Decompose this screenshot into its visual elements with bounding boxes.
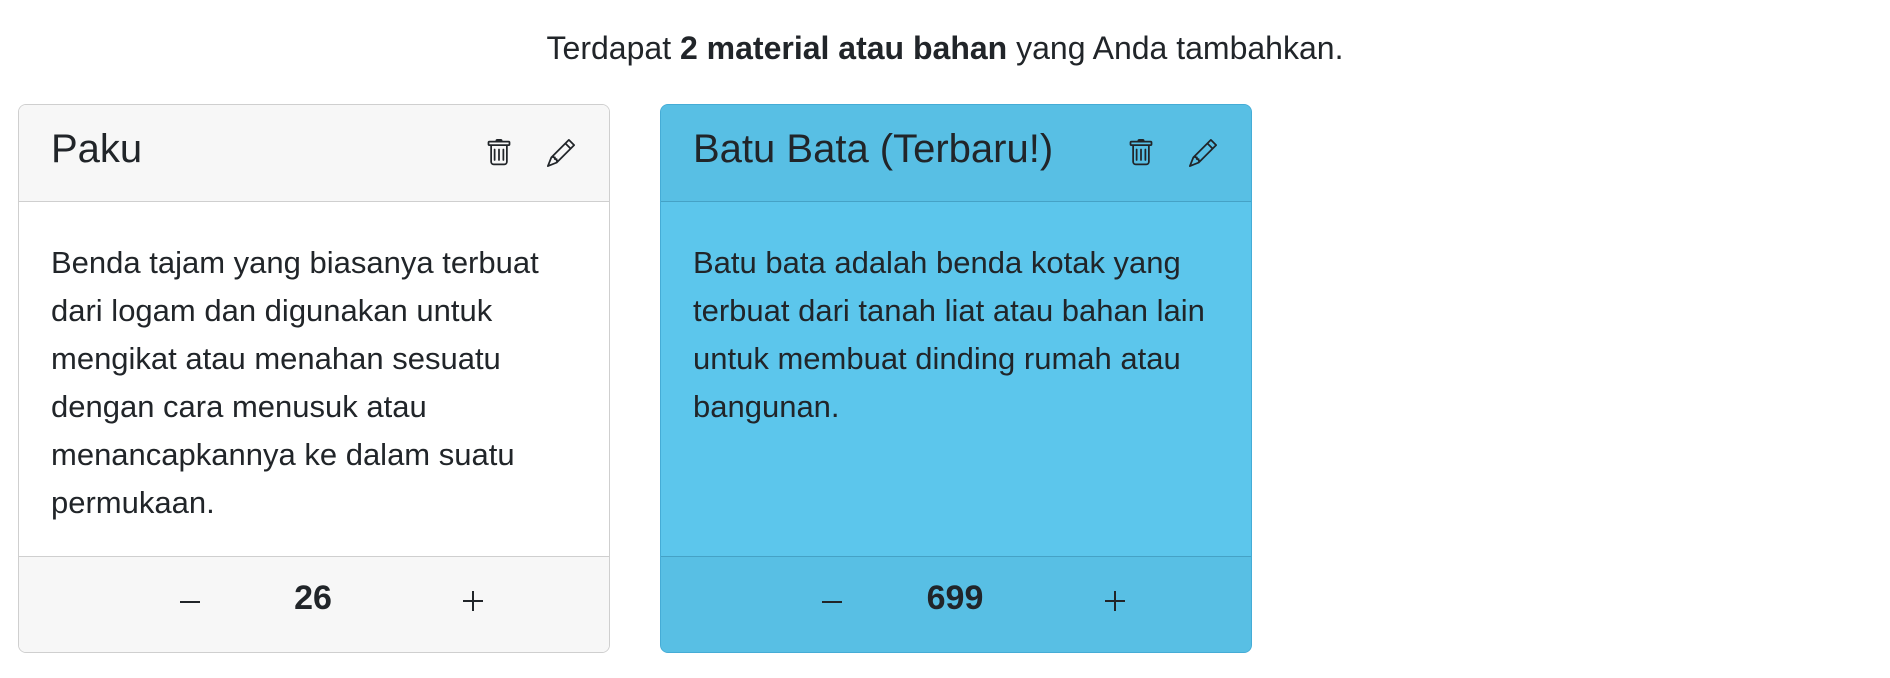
pencil-icon [1189,138,1217,167]
card-title: Batu Bata (Terbaru!) [693,127,1054,171]
material-card-batu-bata: Batu Bata (Terbaru!) Batu bata adalah be… [660,104,1252,653]
minus-icon [180,601,200,603]
plus-icon [1105,591,1125,611]
decrement-button[interactable] [810,579,854,623]
trash-icon [487,139,511,166]
materials-summary: Terdapat 2 material atau bahan yang Anda… [0,28,1890,68]
card-header: Paku [19,105,609,202]
card-description: Benda tajam yang biasanya terbuat dari l… [51,245,539,520]
summary-suffix: yang Anda tambahkan. [1016,30,1344,66]
edit-button[interactable] [1185,135,1221,171]
quantity-value: 26 [294,579,332,617]
pencil-icon [547,138,575,167]
delete-button[interactable] [481,135,517,171]
material-card-paku: Paku Benda tajam yang biasanya terbuat d… [18,104,610,653]
card-title: Paku [51,127,143,171]
delete-button[interactable] [1123,135,1159,171]
card-description: Batu bata adalah benda kotak yang terbua… [693,245,1205,424]
trash-icon [1129,139,1153,166]
increment-button[interactable] [451,579,495,623]
edit-button[interactable] [543,135,579,171]
decrement-button[interactable] [168,579,212,623]
quantity-value: 699 [926,579,984,617]
card-header: Batu Bata (Terbaru!) [661,105,1251,202]
quantity-stepper: 699 [661,556,1251,652]
plus-icon [463,591,483,611]
quantity-stepper: 26 [19,556,609,652]
summary-prefix: Terdapat [546,30,672,66]
summary-count: 2 material atau bahan [679,30,1008,66]
increment-button[interactable] [1093,579,1137,623]
minus-icon [822,601,842,603]
